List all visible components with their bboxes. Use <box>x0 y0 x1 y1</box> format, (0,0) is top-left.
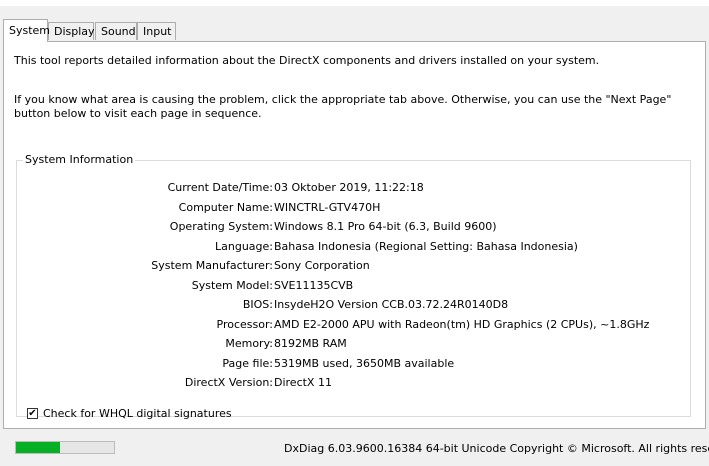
info-value: WINCTRL-GTV470H <box>274 200 381 214</box>
info-row-system-manufacturer: System Manufacturer: Sony Corporation <box>17 259 687 275</box>
intro-instructions: If you know what area is causing the pro… <box>14 93 672 120</box>
info-label: BIOS: <box>242 298 273 311</box>
info-label: Memory: <box>225 337 273 350</box>
info-value: 5319MB used, 3650MB available <box>274 356 455 370</box>
info-row-processor: Processor: AMD E2-2000 APU with Radeon(t… <box>17 318 687 334</box>
info-label: Language: <box>215 239 273 253</box>
info-row-memory: Memory: 8192MB RAM <box>17 337 687 353</box>
info-row-bios: BIOS: InsydeH2O Version CCB.03.72.24R014… <box>17 298 687 314</box>
info-label: Current Date/Time: <box>167 181 273 194</box>
info-value: InsydeH2O Version CCB.03.72.24R0140D8 <box>274 298 509 311</box>
group-title: System Information <box>23 153 136 166</box>
whql-checkbox[interactable]: ✔ <box>27 408 38 419</box>
info-row-system-model: System Model: SVE11135CVB <box>17 279 687 295</box>
info-label: Operating System: <box>169 220 273 233</box>
tab-sound[interactable]: Sound <box>95 22 137 40</box>
info-label: Processor: <box>216 317 274 331</box>
info-label: System Model: <box>191 278 273 292</box>
window-titlebar-fragment <box>0 0 709 6</box>
info-row-current-date-time: Current Date/Time: 03 Oktober 2019, 11:2… <box>17 181 687 197</box>
system-information-group: System Information Current Date/Time: 03… <box>16 153 691 420</box>
tab-system[interactable]: System <box>3 19 50 42</box>
info-value: Bahasa Indonesia (Regional Setting: Baha… <box>274 239 578 253</box>
info-value: AMD E2-2000 APU with Radeon(tm) HD Graph… <box>274 317 650 331</box>
info-label: System Manufacturer: <box>151 259 273 272</box>
intro-text: This tool reports detailed information a… <box>14 54 600 67</box>
info-row-computer-name: Computer Name: WINCTRL-GTV470H <box>17 201 687 217</box>
progress-fill <box>16 442 61 453</box>
info-label: Computer Name: <box>178 200 273 214</box>
info-value: DirectX 11 <box>274 376 332 389</box>
system-tab-panel: This tool reports detailed information a… <box>3 41 706 429</box>
tab-display[interactable]: Display <box>48 22 95 40</box>
info-value: 03 Oktober 2019, 11:22:18 <box>274 181 424 194</box>
info-row-directx-version: DirectX Version: DirectX 11 <box>17 376 687 392</box>
info-row-language: Language: Bahasa Indonesia (Regional Set… <box>17 240 687 256</box>
tab-input[interactable]: Input <box>137 22 176 40</box>
info-row-page-file: Page file: 5319MB used, 3650MB available <box>17 357 687 373</box>
footer-version-copyright: DxDiag 6.03.9600.16384 64-bit Unicode Co… <box>284 442 709 455</box>
info-label: DirectX Version: <box>184 376 273 389</box>
info-label: Page file: <box>222 356 273 370</box>
whql-checkbox-label[interactable]: Check for WHQL digital signatures <box>43 407 232 420</box>
info-value: SVE11135CVB <box>274 278 354 292</box>
progress-bar <box>15 441 115 454</box>
info-value: 8192MB RAM <box>274 337 347 350</box>
info-value: Windows 8.1 Pro 64-bit (6.3, Build 9600) <box>274 220 497 233</box>
info-row-operating-system: Operating System: Windows 8.1 Pro 64-bit… <box>17 220 687 236</box>
info-value: Sony Corporation <box>274 259 370 272</box>
